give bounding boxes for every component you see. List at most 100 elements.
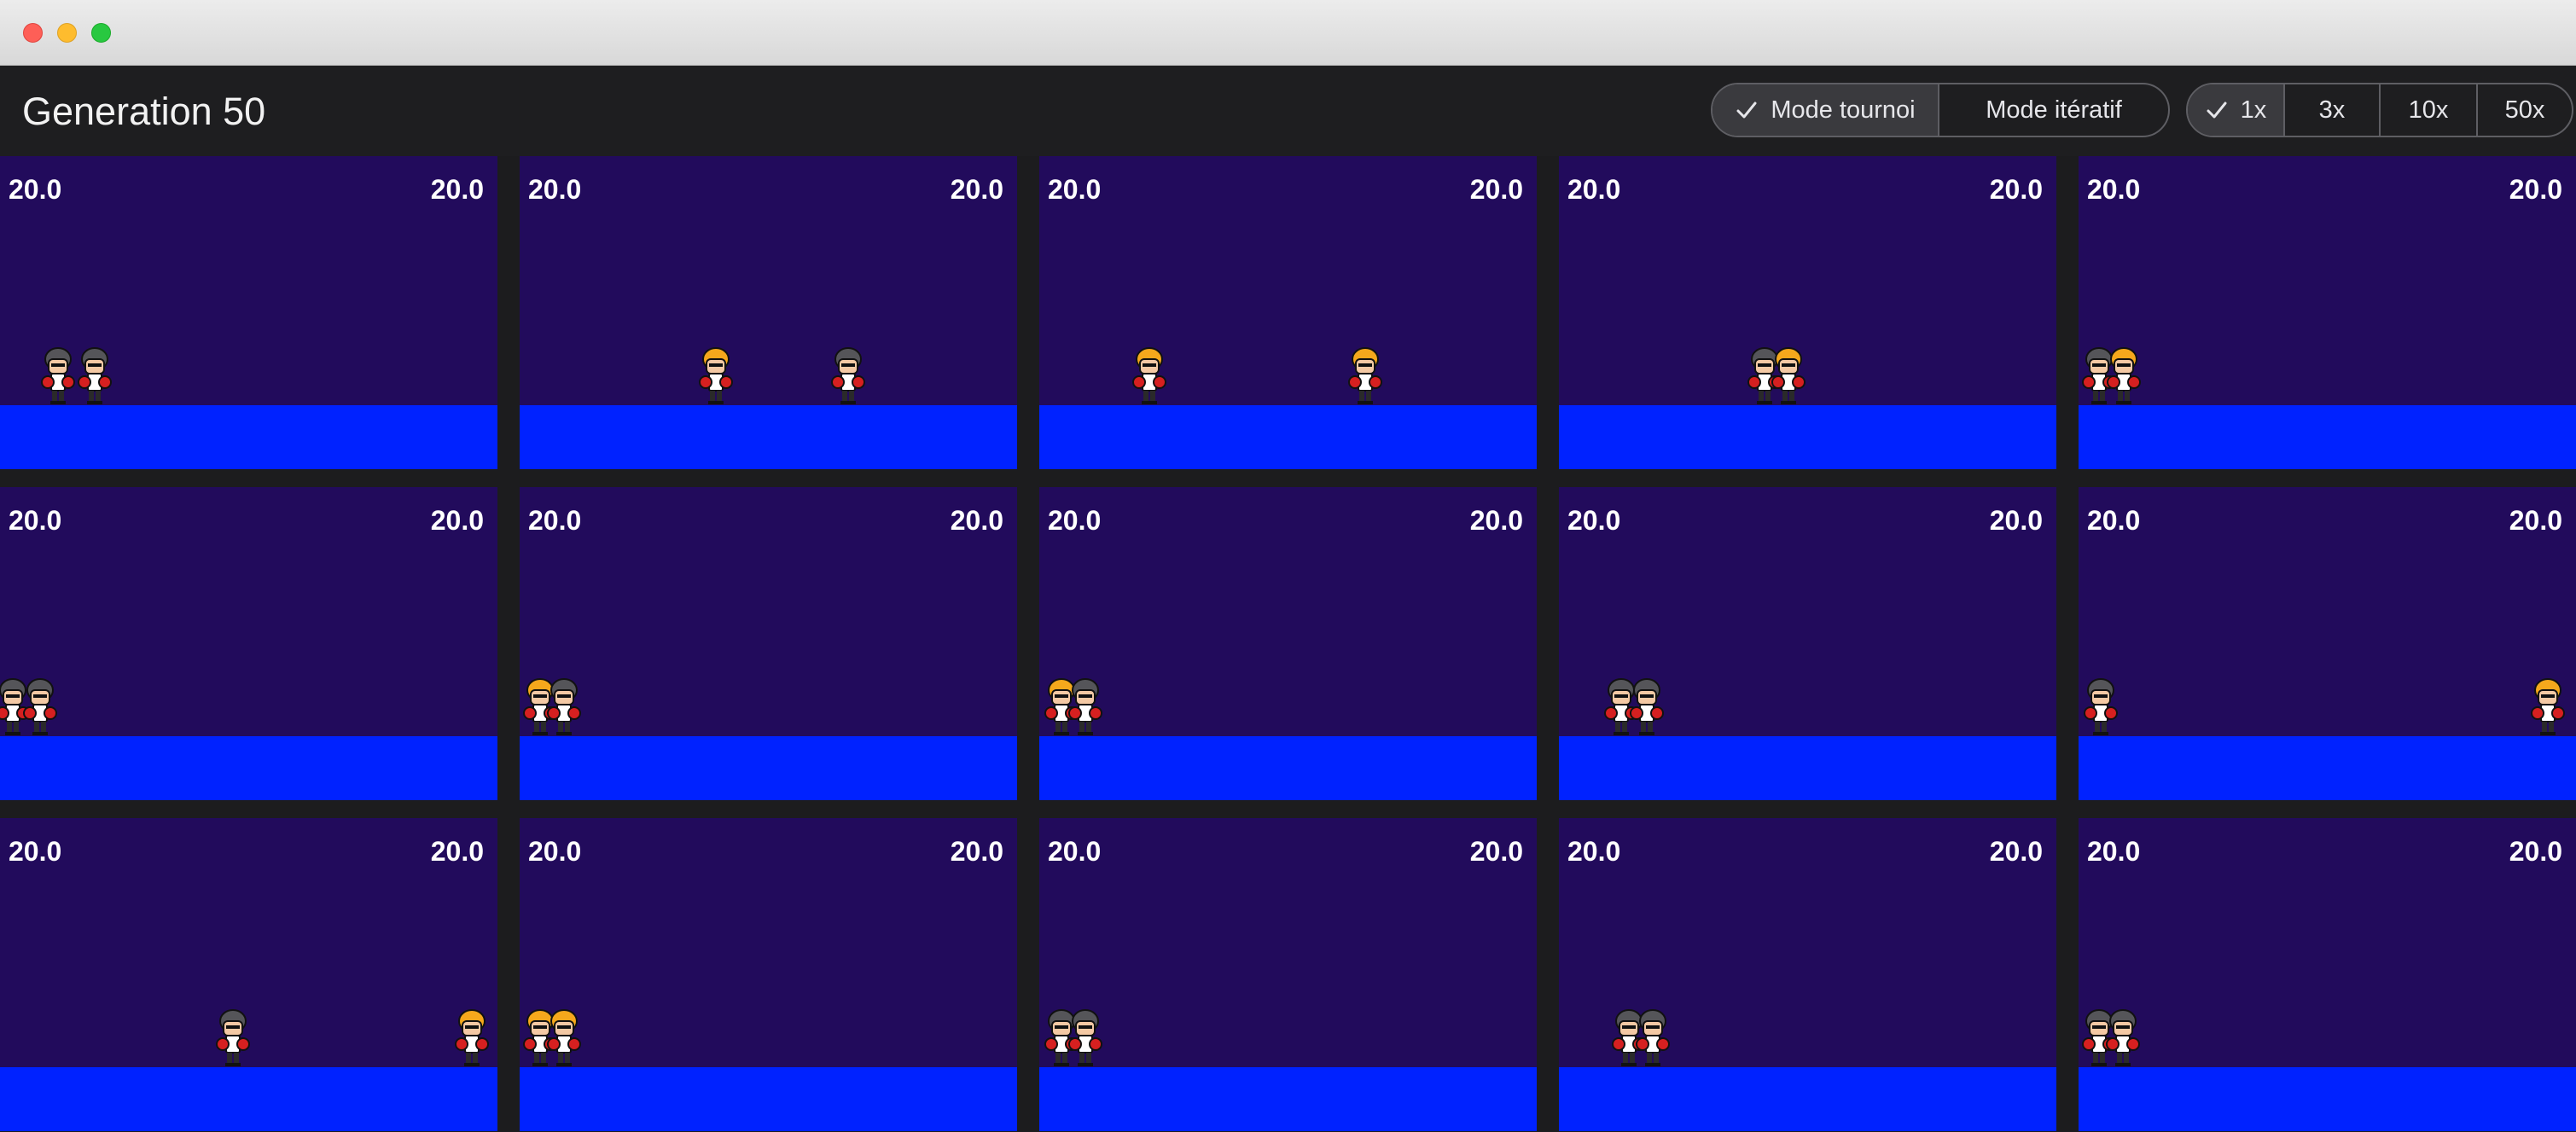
speed-3x-button[interactable]: 3x	[2282, 84, 2379, 136]
arena-panel: 20.0 20.0	[520, 818, 1017, 1131]
arena-floor	[0, 1067, 497, 1131]
fighter-sprite	[698, 345, 734, 405]
right-fighter-score: 20.0	[430, 174, 484, 205]
arena-floor	[1039, 1067, 1537, 1131]
arena-panel: 20.0 20.0	[520, 487, 1017, 800]
left-fighter-score: 20.0	[9, 836, 62, 867]
fighter-sprite	[1067, 676, 1103, 736]
arena-floor	[1039, 405, 1537, 469]
speed-10x-label: 10x	[2408, 96, 2449, 124]
mode-segmented-control: Mode tournoi Mode itératif	[1711, 83, 2170, 137]
fighter-sprite	[22, 676, 58, 736]
right-fighter-score: 20.0	[1469, 174, 1523, 205]
window-titlebar	[0, 0, 2576, 66]
fighter-sprite	[1067, 1007, 1103, 1067]
fighter-sprite	[830, 345, 866, 405]
mode-tournoi-button[interactable]: Mode tournoi	[1712, 84, 1939, 136]
arena-floor	[2079, 736, 2576, 800]
left-fighter-score: 20.0	[1048, 836, 1102, 867]
arena-floor	[0, 736, 497, 800]
left-fighter-score: 20.0	[1567, 505, 1621, 536]
arena-grid: 20.0 20.0 20.0 20.0 20.0 20.0 20.0 20.0 …	[0, 156, 2576, 1132]
arena-panel: 20.0 20.0	[1559, 156, 2056, 469]
right-fighter-score: 20.0	[950, 174, 1003, 205]
arena-panel: 20.0 20.0	[1559, 487, 2056, 800]
right-fighter-score: 20.0	[1469, 836, 1523, 867]
left-fighter-score: 20.0	[9, 505, 62, 536]
speed-segmented-control: 1x 3x 10x 50x	[2186, 83, 2573, 137]
left-fighter-score: 20.0	[9, 174, 62, 205]
mode-iteratif-button[interactable]: Mode itératif	[1938, 84, 2168, 136]
right-fighter-score: 20.0	[430, 836, 484, 867]
arena-panel: 20.0 20.0	[2079, 156, 2576, 469]
speed-1x-button[interactable]: 1x	[2188, 84, 2283, 136]
arena-panel: 20.0 20.0	[1039, 818, 1537, 1131]
close-window-button[interactable]	[23, 23, 43, 43]
arena-panel: 20.0 20.0	[520, 156, 1017, 469]
generation-title: Generation 50	[22, 90, 266, 133]
right-fighter-score: 20.0	[1989, 836, 2043, 867]
fighter-sprite	[1629, 676, 1665, 736]
arena-floor	[1559, 736, 2056, 800]
fighter-sprite	[2530, 676, 2566, 736]
arena-panel: 20.0 20.0	[1039, 487, 1537, 800]
fighter-sprite	[1131, 345, 1167, 405]
fighter-sprite	[77, 345, 113, 405]
fighter-sprite	[1771, 345, 1806, 405]
arena-floor	[520, 1067, 1017, 1131]
speed-3x-label: 3x	[2318, 96, 2346, 124]
fighter-sprite	[2105, 1007, 2141, 1067]
arena-floor	[520, 405, 1017, 469]
arena-panel: 20.0 20.0	[0, 487, 497, 800]
right-fighter-score: 20.0	[1469, 505, 1523, 536]
fighter-sprite	[2083, 676, 2119, 736]
fighter-sprite	[2106, 345, 2142, 405]
right-fighter-score: 20.0	[2509, 505, 2562, 536]
arena-panel: 20.0 20.0	[2079, 818, 2576, 1131]
speed-50x-button[interactable]: 50x	[2475, 84, 2572, 136]
arena-floor	[2079, 1067, 2576, 1131]
arena-floor	[1559, 405, 2056, 469]
left-fighter-score: 20.0	[1567, 174, 1621, 205]
left-fighter-score: 20.0	[2087, 505, 2141, 536]
fighter-sprite	[40, 345, 76, 405]
toolbar: Generation 50 Mode tournoi Mode itératif…	[0, 66, 2576, 156]
speed-10x-button[interactable]: 10x	[2379, 84, 2476, 136]
arena-floor	[2079, 405, 2576, 469]
minimize-window-button[interactable]	[57, 23, 77, 43]
fighter-sprite	[215, 1007, 251, 1067]
arena-panel: 20.0 20.0	[1559, 818, 2056, 1131]
left-fighter-score: 20.0	[1048, 505, 1102, 536]
left-fighter-score: 20.0	[1048, 174, 1102, 205]
right-fighter-score: 20.0	[430, 505, 484, 536]
right-fighter-score: 20.0	[1989, 505, 2043, 536]
arena-floor	[0, 405, 497, 469]
fighter-sprite	[1347, 345, 1383, 405]
right-fighter-score: 20.0	[950, 836, 1003, 867]
left-fighter-score: 20.0	[528, 836, 582, 867]
fighter-sprite	[1635, 1007, 1671, 1067]
arena-panel: 20.0 20.0	[1039, 156, 1537, 469]
mode-tournoi-label: Mode tournoi	[1771, 96, 1916, 124]
left-fighter-score: 20.0	[1567, 836, 1621, 867]
left-fighter-score: 20.0	[2087, 836, 2141, 867]
arena-panel: 20.0 20.0	[2079, 487, 2576, 800]
right-fighter-score: 20.0	[1989, 174, 2043, 205]
left-fighter-score: 20.0	[528, 505, 582, 536]
arena-panel: 20.0 20.0	[0, 818, 497, 1131]
left-fighter-score: 20.0	[528, 174, 582, 205]
arena-panel: 20.0 20.0	[0, 156, 497, 469]
arena-floor	[520, 736, 1017, 800]
fighter-sprite	[454, 1007, 490, 1067]
zoom-window-button[interactable]	[91, 23, 111, 43]
arena-floor	[1039, 736, 1537, 800]
speed-50x-label: 50x	[2504, 96, 2545, 124]
right-fighter-score: 20.0	[950, 505, 1003, 536]
arena-floor	[1559, 1067, 2056, 1131]
checkmark-icon	[1736, 102, 1757, 119]
fighter-sprite	[546, 676, 582, 736]
speed-1x-label: 1x	[2240, 96, 2267, 124]
mode-iteratif-label: Mode itératif	[1986, 96, 2122, 124]
checkmark-icon	[2207, 102, 2227, 119]
right-fighter-score: 20.0	[2509, 836, 2562, 867]
